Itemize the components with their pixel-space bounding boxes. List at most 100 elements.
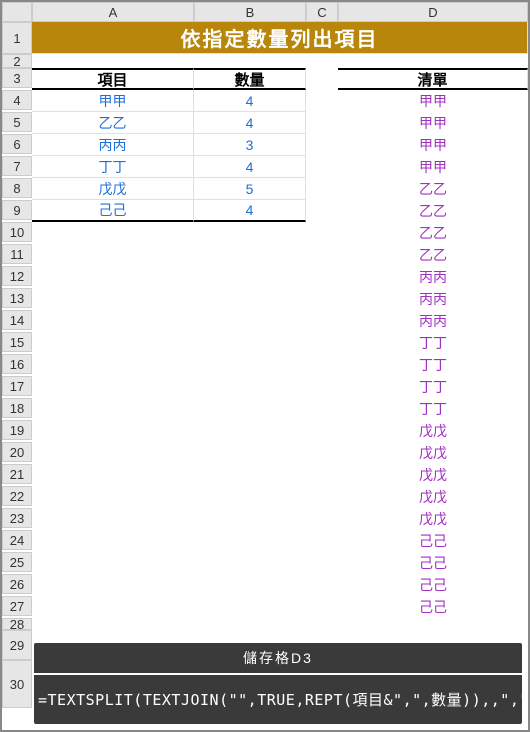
cell-qty[interactable]	[194, 508, 306, 530]
cell-qty[interactable]	[194, 398, 306, 420]
row-head-8[interactable]: 8	[2, 178, 32, 198]
row-head-25[interactable]: 25	[2, 552, 32, 572]
cell-qty[interactable]	[194, 574, 306, 596]
cell-qty[interactable]: 4	[194, 200, 306, 222]
cell-list[interactable]: 丁丁	[338, 398, 528, 420]
cell-item[interactable]	[32, 552, 194, 574]
row-head-20[interactable]: 20	[2, 442, 32, 462]
cell-item[interactable]	[32, 332, 194, 354]
header-qty[interactable]: 數量	[194, 68, 306, 90]
col-head-b[interactable]: B	[194, 2, 306, 22]
row-head-19[interactable]: 19	[2, 420, 32, 440]
cell-qty[interactable]: 5	[194, 178, 306, 200]
cell-item[interactable]	[32, 266, 194, 288]
row-head-4[interactable]: 4	[2, 90, 32, 110]
cell-qty[interactable]	[194, 244, 306, 266]
row-head-26[interactable]: 26	[2, 574, 32, 594]
row-head-30[interactable]: 30	[2, 660, 32, 708]
row-head-1[interactable]: 1	[2, 22, 32, 54]
cell-list[interactable]: 戊戊	[338, 420, 528, 442]
cell-list[interactable]: 乙乙	[338, 178, 528, 200]
cell-qty[interactable]	[194, 530, 306, 552]
cell-item[interactable]: 乙乙	[32, 112, 194, 134]
cell-qty[interactable]	[194, 266, 306, 288]
cell-qty[interactable]: 4	[194, 90, 306, 112]
row-head-10[interactable]: 10	[2, 222, 32, 242]
cell-item[interactable]	[32, 530, 194, 552]
cell-list[interactable]: 甲甲	[338, 156, 528, 178]
cell-list[interactable]: 丙丙	[338, 266, 528, 288]
cell-list[interactable]: 己己	[338, 552, 528, 574]
cell-item[interactable]: 丁丁	[32, 156, 194, 178]
cell-list[interactable]: 己己	[338, 530, 528, 552]
cell-list[interactable]: 丁丁	[338, 332, 528, 354]
cell-qty[interactable]	[194, 486, 306, 508]
cell-qty[interactable]: 4	[194, 112, 306, 134]
cell-item[interactable]: 丙丙	[32, 134, 194, 156]
formula-text[interactable]: =TEXTSPLIT(TEXTJOIN("",TRUE,REPT(項目&",",…	[34, 675, 522, 724]
cell-qty[interactable]	[194, 552, 306, 574]
cell-qty[interactable]	[194, 288, 306, 310]
cell-qty[interactable]: 3	[194, 134, 306, 156]
row-head-17[interactable]: 17	[2, 376, 32, 396]
header-list[interactable]: 清單	[338, 68, 528, 90]
cell-item[interactable]	[32, 596, 194, 618]
cell-item[interactable]	[32, 486, 194, 508]
cell-item[interactable]	[32, 288, 194, 310]
row-head-22[interactable]: 22	[2, 486, 32, 506]
cell-item[interactable]	[32, 310, 194, 332]
row-head-11[interactable]: 11	[2, 244, 32, 264]
cell-item[interactable]	[32, 508, 194, 530]
header-item[interactable]: 項目	[32, 68, 194, 90]
cell-list[interactable]: 戊戊	[338, 486, 528, 508]
cell-list[interactable]: 乙乙	[338, 200, 528, 222]
cell-list[interactable]: 丙丙	[338, 310, 528, 332]
col-head-c[interactable]: C	[306, 2, 338, 22]
cell-list[interactable]: 丙丙	[338, 288, 528, 310]
cell-list[interactable]: 戊戊	[338, 508, 528, 530]
cell-item[interactable]	[32, 244, 194, 266]
row-head-16[interactable]: 16	[2, 354, 32, 374]
cell-item[interactable]	[32, 574, 194, 596]
row-head-2[interactable]: 2	[2, 54, 32, 68]
cell-item[interactable]	[32, 420, 194, 442]
row-head-24[interactable]: 24	[2, 530, 32, 550]
cell-qty[interactable]	[194, 596, 306, 618]
cell-qty[interactable]	[194, 310, 306, 332]
cell-qty[interactable]	[194, 354, 306, 376]
row-head-29[interactable]: 29	[2, 630, 32, 660]
row-head-3[interactable]: 3	[2, 68, 32, 88]
cell-qty[interactable]	[194, 332, 306, 354]
row-head-18[interactable]: 18	[2, 398, 32, 418]
cell-qty[interactable]	[194, 376, 306, 398]
row-head-14[interactable]: 14	[2, 310, 32, 330]
cell-list[interactable]: 甲甲	[338, 112, 528, 134]
cell-item[interactable]: 己己	[32, 200, 194, 222]
cell-qty[interactable]	[194, 442, 306, 464]
col-head-d[interactable]: D	[338, 2, 528, 22]
col-head-a[interactable]: A	[32, 2, 194, 22]
row-head-21[interactable]: 21	[2, 464, 32, 484]
cell-qty[interactable]	[194, 222, 306, 244]
row-head-13[interactable]: 13	[2, 288, 32, 308]
cell-item[interactable]: 甲甲	[32, 90, 194, 112]
cell-list[interactable]: 乙乙	[338, 244, 528, 266]
cell-list[interactable]: 乙乙	[338, 222, 528, 244]
cell-list[interactable]: 己己	[338, 574, 528, 596]
row-head-28[interactable]: 28	[2, 618, 32, 630]
row-head-7[interactable]: 7	[2, 156, 32, 176]
cell-item[interactable]	[32, 398, 194, 420]
cell-qty[interactable]	[194, 420, 306, 442]
row-head-12[interactable]: 12	[2, 266, 32, 286]
row-head-6[interactable]: 6	[2, 134, 32, 154]
cell-list[interactable]: 甲甲	[338, 134, 528, 156]
cell-list[interactable]: 戊戊	[338, 464, 528, 486]
cell-list[interactable]: 甲甲	[338, 90, 528, 112]
cell-item[interactable]	[32, 354, 194, 376]
select-all-corner[interactable]	[2, 2, 32, 22]
row-head-27[interactable]: 27	[2, 596, 32, 616]
row-head-9[interactable]: 9	[2, 200, 32, 220]
cell-item[interactable]	[32, 222, 194, 244]
cell-item[interactable]	[32, 442, 194, 464]
cell-list[interactable]: 己己	[338, 596, 528, 618]
